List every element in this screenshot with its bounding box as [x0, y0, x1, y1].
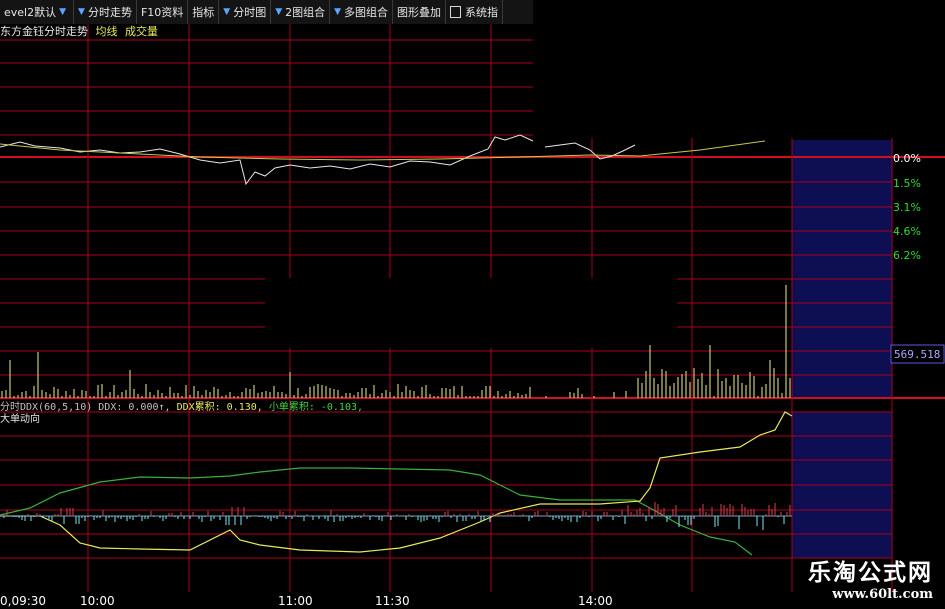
pct-label: 1.5%: [893, 177, 921, 190]
chart-canvas: 0.0% 1.5% 3.1% 4.6% 6.2% 569.518 0,09:30 10:00 1…: [0, 24, 945, 608]
pct-label: 6.2%: [893, 249, 921, 262]
time-tick-label: 10:00: [80, 594, 115, 608]
time-tick-label: 0,09:30: [0, 594, 46, 608]
ddx-indicator-name: 分时DDX(60,5,10): [0, 402, 93, 413]
ddx-value: DDX: 0.000↑,: [98, 402, 171, 413]
time-tick-label: 14:00: [578, 594, 613, 608]
volume-max-value: 569.518: [894, 348, 940, 361]
small-order-cum-line: [0, 467, 753, 556]
ddx-cumulative: DDX累积: 0.130,: [176, 402, 263, 413]
watermark: 乐淘公式网 www.60lt.com: [808, 553, 933, 602]
forecast-area-price: [792, 140, 892, 398]
pct-label: 3.1%: [893, 201, 921, 214]
blank-area: [265, 278, 677, 348]
ddx-cum-line: [0, 411, 793, 553]
pct-label: 0.0%: [893, 152, 921, 165]
watermark-brand: 乐淘公式网: [808, 559, 933, 586]
price-line: [0, 134, 534, 186]
pct-label: 4.6%: [893, 225, 921, 238]
big-order-flow-label: 大单动向: [0, 414, 40, 425]
time-tick-label: 11:00: [278, 594, 313, 608]
time-tick-label: 11:30: [375, 594, 410, 608]
blank-area: [533, 24, 945, 138]
watermark-url: www.60lt.com: [832, 587, 933, 602]
small-order-cumulative: 小单累积: -0.103,: [268, 402, 364, 413]
ddx-legend: 分时DDX(60,5,10) DDX: 0.000↑, DDX累积: 0.130…: [0, 401, 363, 415]
